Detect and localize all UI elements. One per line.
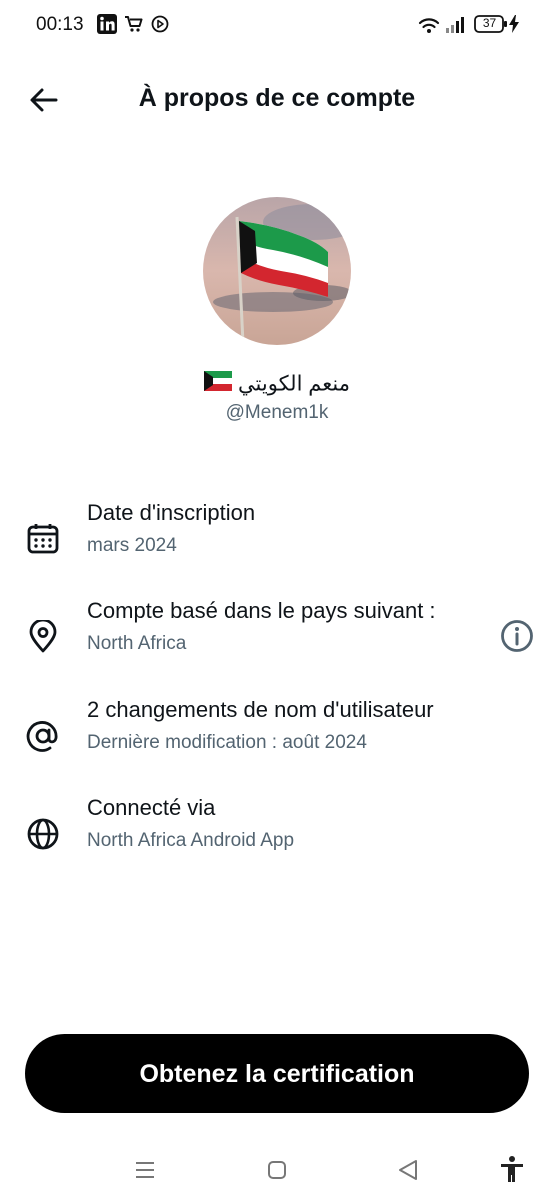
accessibility-icon <box>501 1156 523 1182</box>
status-time: 00:13 <box>36 14 84 35</box>
detail-row-username-changes: 2 changements de nom d'utilisateur Derni… <box>0 697 554 767</box>
top-app-bar: À propos de ce compte <box>0 70 554 130</box>
home-square-icon <box>268 1161 286 1179</box>
detail-title: Date d'inscription <box>87 500 256 525</box>
charging-icon <box>509 15 519 33</box>
detail-row-join-date: Date d'inscription mars 2024 <box>0 500 554 570</box>
page-title: À propos de ce compte <box>138 84 416 112</box>
linkedin-icon <box>97 14 117 34</box>
back-triangle-icon <box>399 1160 417 1180</box>
detail-subtitle: mars 2024 <box>87 535 177 556</box>
detail-title: 2 changements de nom d'utilisateur <box>87 697 434 722</box>
home-button[interactable] <box>259 1152 295 1188</box>
system-back-button[interactable] <box>390 1152 426 1188</box>
menu-icon <box>136 1162 154 1178</box>
detail-title: Connecté via <box>87 795 216 820</box>
display-name: منعم الكويتي <box>0 371 554 397</box>
location-pin-icon <box>29 620 57 653</box>
wifi-icon <box>418 18 440 33</box>
status-bar: 00:13 37 <box>0 0 554 50</box>
display-name-text: منعم الكويتي <box>238 372 350 396</box>
profile-avatar[interactable] <box>203 197 351 345</box>
accessibility-button[interactable] <box>494 1152 530 1188</box>
kuwait-flag-icon <box>204 371 233 397</box>
signal-icon <box>446 17 464 33</box>
detail-subtitle: North Africa Android App <box>87 830 295 851</box>
cart-icon <box>125 16 143 32</box>
detail-subtitle: North Africa <box>87 633 187 654</box>
username-handle: @Menem1k <box>225 402 329 423</box>
kuwait-flag-photo <box>203 197 351 345</box>
recents-button[interactable] <box>127 1152 163 1188</box>
get-verified-button[interactable]: Obtenez la certification <box>25 1034 529 1113</box>
detail-row-country: Compte basé dans le pays suivant : North… <box>0 598 554 668</box>
calendar-icon <box>27 524 59 554</box>
info-icon <box>501 620 533 652</box>
globe-icon <box>27 818 59 850</box>
detail-subtitle: Dernière modification : août 2024 <box>87 732 367 753</box>
info-button[interactable] <box>499 618 535 654</box>
at-sign-icon <box>26 721 58 752</box>
detail-row-connected-via: Connecté via North Africa Android App <box>0 795 554 865</box>
play-icon <box>151 15 169 33</box>
detail-title: Compte basé dans le pays suivant : <box>87 598 436 623</box>
system-nav-bar <box>0 1140 554 1200</box>
battery-level: 37 <box>482 16 497 30</box>
